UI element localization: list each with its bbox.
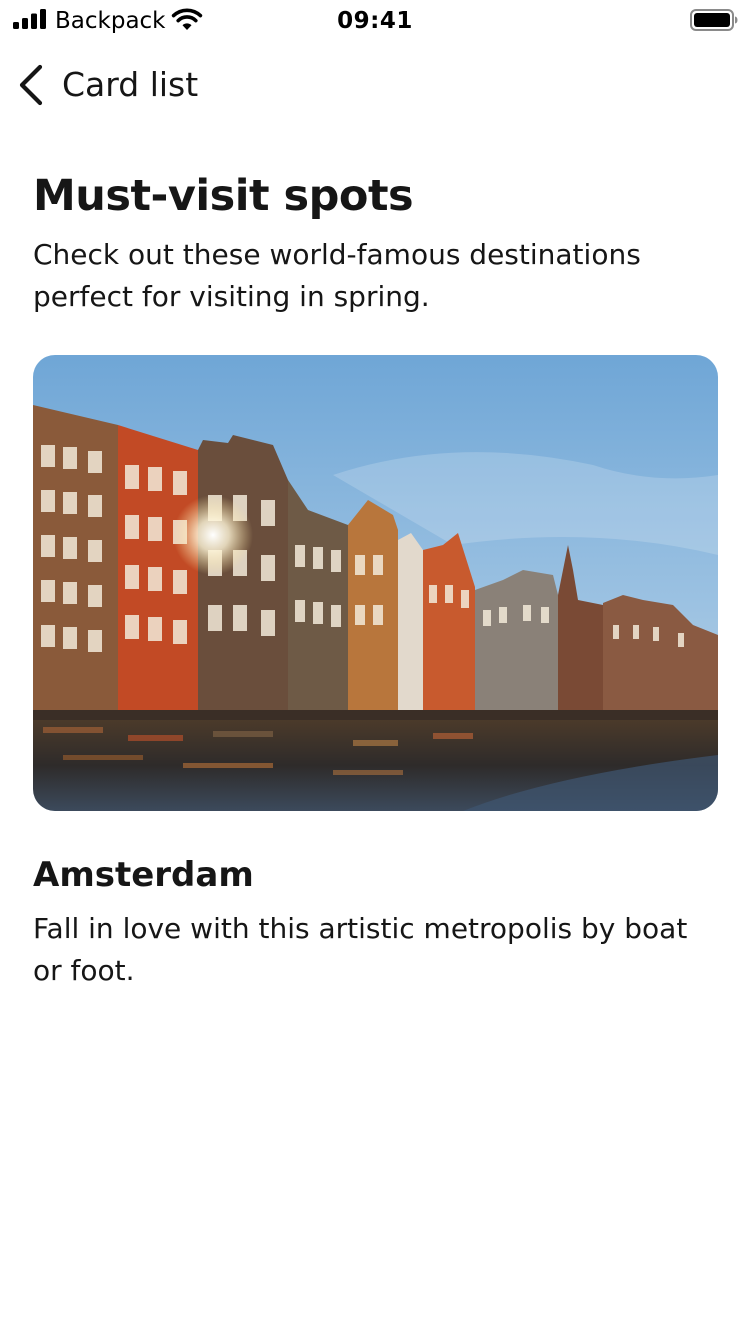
status-time: 09:41 [337, 8, 413, 34]
canal-houses-image [33, 355, 718, 811]
destination-card[interactable]: Amsterdam Fall in love with this artisti… [33, 355, 718, 987]
card-image [33, 355, 718, 811]
page-subtitle: Check out these world-famous destination… [33, 238, 641, 313]
back-button[interactable] [10, 62, 54, 108]
battery-icon [690, 9, 738, 31]
screen: Backpack 09:41 Card list Must-visit spot… [0, 0, 750, 1334]
card-title: Amsterdam [33, 855, 254, 895]
nav-title: Card list [62, 65, 199, 104]
chevron-left-icon [19, 64, 43, 106]
status-bar: Backpack 09:41 [0, 0, 750, 40]
card-description: Fall in love with this artistic metropol… [33, 912, 688, 987]
page-title: Must-visit spots [33, 171, 414, 221]
navigation-bar: Card list [0, 50, 750, 120]
